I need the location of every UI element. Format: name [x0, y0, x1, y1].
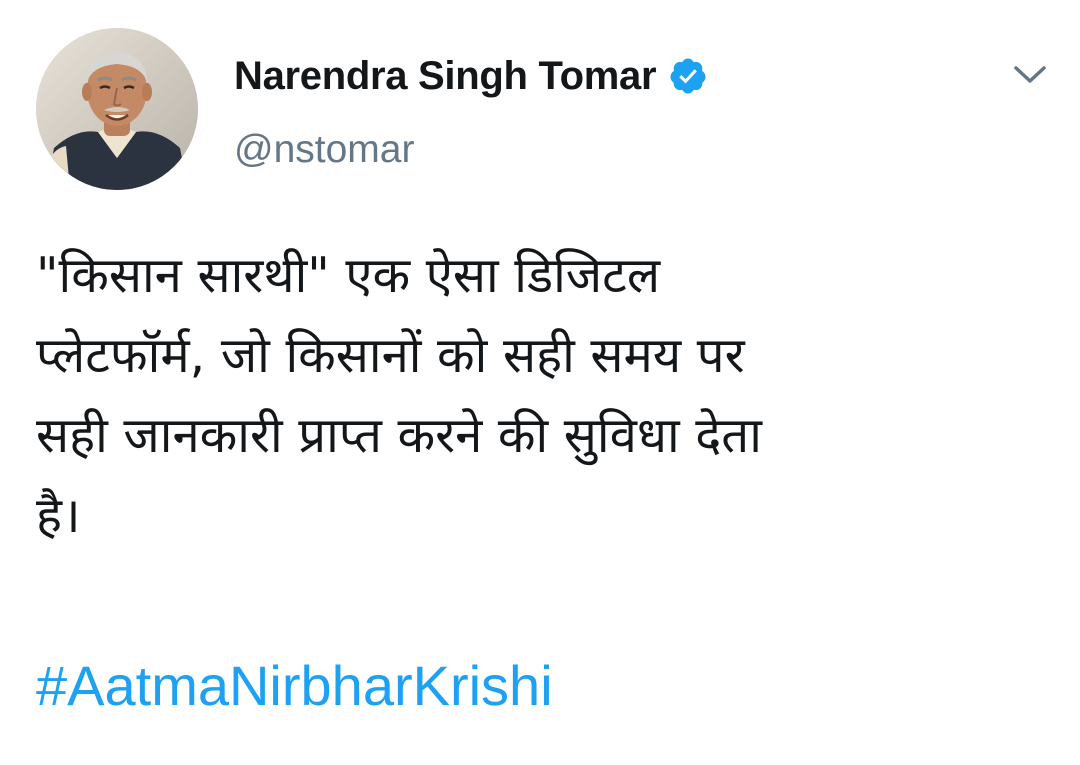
chevron-down-icon[interactable] [1010, 56, 1050, 92]
profile-photo-icon [36, 28, 198, 190]
verified-badge-icon [668, 56, 708, 96]
avatar[interactable] [36, 28, 198, 190]
hashtag-link[interactable]: #AatmaNirbharKrishi [36, 650, 553, 722]
tweet-text-line: है। [36, 487, 81, 544]
display-name[interactable]: Narendra Singh Tomar [234, 52, 657, 100]
tweet-text-line: प्लेटफॉर्म, जो किसानों को सही समय पर [36, 327, 745, 384]
author-name-row[interactable]: Narendra Singh Tomar [234, 52, 708, 100]
tweet-text: "किसान सारथी" एक ऐसा डिजिटल प्लेटफॉर्म, … [36, 236, 1036, 556]
user-handle[interactable]: @nstomar [234, 126, 414, 174]
tweet-card: Narendra Singh Tomar @nstomar "किसान सार… [0, 0, 1080, 765]
tweet-text-line: "किसान सारथी" एक ऐसा डिजिटल [36, 247, 661, 304]
tweet-text-line: सही जानकारी प्राप्त करने की सुविधा देता [36, 407, 762, 464]
